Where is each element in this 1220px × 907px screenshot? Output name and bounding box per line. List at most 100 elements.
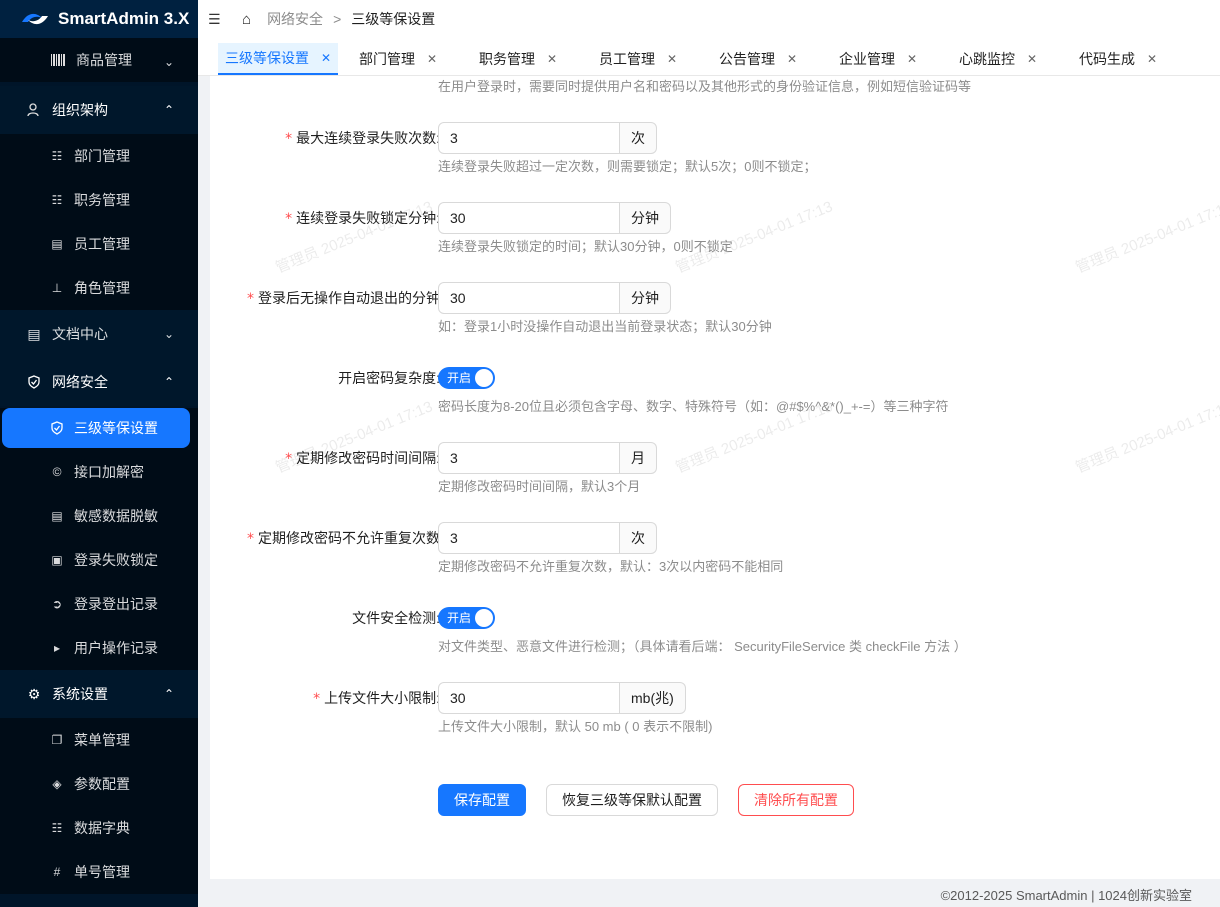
sidebar-item-role[interactable]: ⊥ 角色管理 (0, 266, 198, 310)
breadcrumb-item[interactable]: 网络安全 (267, 9, 323, 29)
tab-heartbeat[interactable]: 心跳监控 ✕ (938, 43, 1058, 75)
app-logo[interactable]: SmartAdmin 3.X (0, 0, 198, 38)
close-icon[interactable]: ✕ (1147, 52, 1157, 66)
breadcrumb-current: 三级等保设置 (351, 11, 436, 27)
tab-position[interactable]: 职务管理 ✕ (458, 43, 578, 75)
sidebar-item-serial[interactable]: # 单号管理 (0, 850, 198, 894)
footer: ©2012-2025 SmartAdmin | 1024创新实验室 (940, 888, 1192, 903)
form-label-text: 上传文件大小限制: (324, 690, 440, 706)
form-label: * 定期修改密码不允许重复次数 (247, 522, 440, 554)
sidebar-group-security[interactable]: 网络安全 ⌃ (0, 358, 198, 406)
tab-label: 心跳监控 (958, 51, 1015, 67)
sidebar-item-goods[interactable]: 商品管理 ⌄ (0, 38, 198, 82)
unit-addon: 分钟 (620, 202, 671, 234)
sidebar-item-config[interactable]: ◈ 参数配置 (0, 762, 198, 806)
video-icon: ▸ (53, 641, 61, 655)
save-config-button[interactable]: 保存配置 (438, 784, 526, 816)
file-security-switch[interactable]: 开启 (438, 607, 495, 629)
password-interval-input[interactable]: 3 (438, 442, 620, 474)
diamond-icon: ◈ (52, 777, 62, 791)
tab-department[interactable]: 部门管理 ✕ (338, 43, 458, 75)
tab-label: 员工管理 (598, 51, 655, 67)
shield-icon (50, 421, 64, 435)
help-text: 连续登录失败超过一定次数，则需要锁定；默认5次；0则不锁定； (438, 159, 817, 174)
close-icon[interactable]: ✕ (1027, 52, 1037, 66)
sidebar-item-label: 参数配置 (74, 776, 130, 792)
sidebar-group-label: 文档中心 (52, 326, 108, 342)
sidebar-item-position[interactable]: ☷ 职务管理 (0, 178, 198, 222)
org-icon (26, 102, 42, 118)
role-icon: ⊥ (51, 281, 63, 295)
tab-codegen[interactable]: 代码生成 ✕ (1058, 43, 1178, 75)
password-repeat-input[interactable]: 3 (438, 522, 620, 554)
tree-icon: ☷ (51, 193, 63, 207)
watermark: 管理员 2025-04-01 17:13 (1073, 198, 1220, 277)
sidebar-item-label: 菜单管理 (74, 732, 130, 748)
barcode-icon: ☷ (51, 821, 63, 835)
switch-label: 开启 (447, 611, 472, 625)
tab-notice[interactable]: 公告管理 ✕ (698, 43, 818, 75)
main-content: 管理员 2025-04-01 17:13 管理员 2025-04-01 17:1… (210, 76, 1220, 879)
sidebar-item-label: 员工管理 (74, 236, 130, 252)
sidebar-item-dict[interactable]: ☷ 数据字典 (0, 806, 198, 850)
close-icon[interactable]: ✕ (787, 52, 797, 66)
sidebar-item-label: 用户操作记录 (74, 640, 158, 656)
tab-label: 三级等保设置 (224, 50, 309, 66)
close-icon[interactable]: ✕ (907, 52, 917, 66)
form-label: 文件安全检测: (352, 602, 440, 634)
sidebar-item-label: 登录失败锁定 (74, 552, 158, 568)
sidebar-item-label: 部门管理 (74, 148, 130, 164)
tab-security-level3[interactable]: 三级等保设置 ✕ (218, 43, 338, 75)
sidebar: SmartAdmin 3.X 商品管理 ⌄ 组织架构 ⌃ ☷ 部门管理 ☷ 职务管理… (0, 0, 198, 907)
sidebar-item-label: 敏感数据脱敏 (74, 508, 158, 524)
lock-minutes-input[interactable]: 30 (438, 202, 620, 234)
sidebar-item-label: 职务管理 (74, 192, 130, 208)
required-mark: * (285, 131, 293, 147)
menu-fold-icon[interactable]: ☰ (208, 11, 224, 28)
form-actions: 保存配置 恢复三级等保默认配置 清除所有配置 (438, 784, 874, 816)
unit-addon: 分钟 (620, 282, 671, 314)
sidebar-item-api-encrypt[interactable]: © 接口加解密 (0, 450, 198, 494)
upload-limit-input[interactable]: 30 (438, 682, 620, 714)
form-label: * 登录后无操作自动退出的分钟 (247, 282, 440, 314)
sidebar-item-employee[interactable]: ▤ 员工管理 (0, 222, 198, 266)
sidebar-item-operate-log[interactable]: ▸ 用户操作记录 (0, 626, 198, 670)
sidebar-item-data-masking[interactable]: ▤ 敏感数据脱敏 (0, 494, 198, 538)
home-icon[interactable]: ⌂ (242, 11, 251, 28)
switch-knob (475, 609, 493, 627)
sidebar-item-login-lock[interactable]: ▣ 登录失败锁定 (0, 538, 198, 582)
copy-icon: ❐ (51, 733, 63, 747)
close-icon[interactable]: ✕ (321, 51, 331, 65)
required-mark: * (247, 291, 254, 307)
sidebar-item-security-level3[interactable]: 三级等保设置 (2, 408, 190, 448)
sidebar-group-docs[interactable]: ▤ 文档中心 ⌄ (0, 310, 198, 358)
form-label: * 连续登录失败锁定分钟: (285, 202, 440, 234)
sidebar-item-menu[interactable]: ❐ 菜单管理 (0, 718, 198, 762)
tab-label: 部门管理 (358, 51, 415, 67)
tab-enterprise[interactable]: 企业管理 ✕ (818, 43, 938, 75)
idle-logout-input[interactable]: 30 (438, 282, 620, 314)
help-text: 定期修改密码时间间隔，默认3个月 (438, 479, 641, 494)
sidebar-group-org[interactable]: 组织架构 ⌃ (0, 86, 198, 134)
form-label-text: 最大连续登录失败次数: (296, 130, 440, 146)
sidebar-item-department[interactable]: ☷ 部门管理 (0, 134, 198, 178)
doc-search-icon: ▤ (51, 237, 63, 251)
close-icon[interactable]: ✕ (547, 52, 557, 66)
sidebar-item-label: 三级等保设置 (74, 420, 158, 436)
sidebar-item-login-log[interactable]: ➲ 登录登出记录 (0, 582, 198, 626)
restore-default-button[interactable]: 恢复三级等保默认配置 (546, 784, 718, 816)
clear-config-button[interactable]: 清除所有配置 (738, 784, 854, 816)
tab-employee[interactable]: 员工管理 ✕ (578, 43, 698, 75)
switch-label: 开启 (447, 371, 472, 385)
close-icon[interactable]: ✕ (427, 52, 437, 66)
top-header: ☰ ⌂ 网络安全 > 三级等保设置 (198, 0, 1220, 38)
close-icon[interactable]: ✕ (667, 52, 677, 66)
max-login-fail-input[interactable]: 3 (438, 122, 620, 154)
form-label: * 最大连续登录失败次数: (285, 122, 440, 154)
sidebar-group-system[interactable]: ⚙ 系统设置 ⌃ (0, 670, 198, 718)
barcode-icon (50, 52, 66, 68)
password-complexity-switch[interactable]: 开启 (438, 367, 495, 389)
help-text: 对文件类型、恶意文件进行检测；（具体请看后端： SecurityFileServ… (438, 639, 967, 654)
unit-addon: 次 (620, 522, 657, 554)
copyright-icon: © (52, 465, 62, 479)
